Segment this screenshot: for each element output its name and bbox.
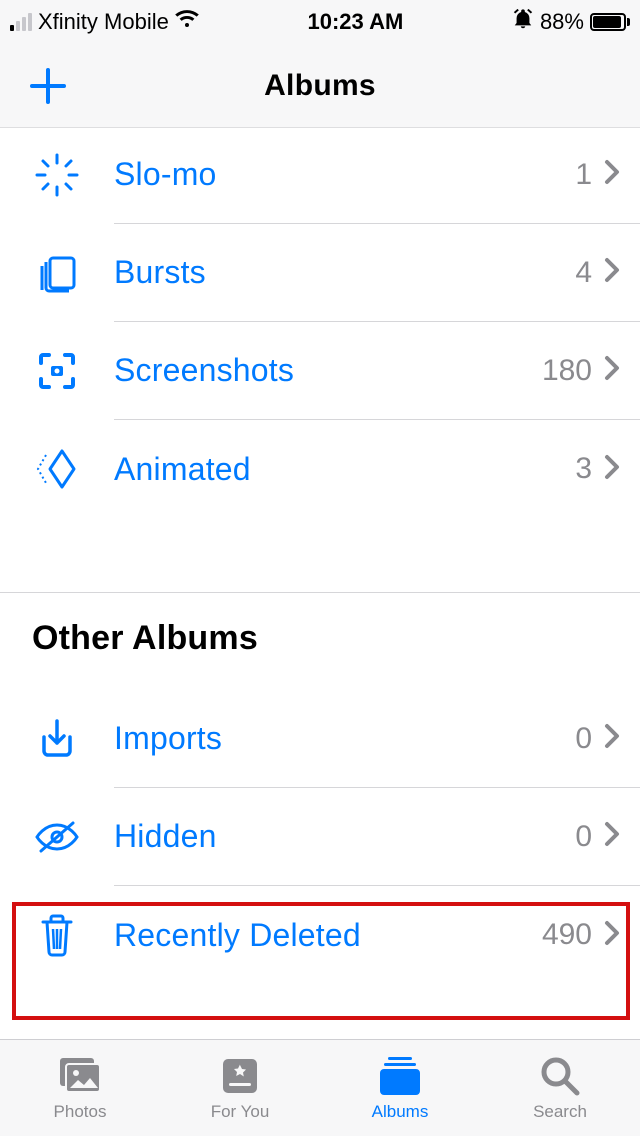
row-count: 0 xyxy=(575,722,592,756)
album-row-animated[interactable]: Animated 3 xyxy=(0,420,640,518)
row-label: Animated xyxy=(114,451,575,488)
tab-bar: Photos For You Albums Search xyxy=(0,1039,640,1136)
chevron-right-icon xyxy=(604,454,620,485)
page-title: Albums xyxy=(264,69,376,103)
row-label: Slo-mo xyxy=(114,156,575,193)
screenshots-icon xyxy=(32,349,82,393)
status-bar: Xfinity Mobile 10:23 AM 88% xyxy=(0,0,640,44)
add-button[interactable] xyxy=(28,66,68,111)
albums-tab-icon xyxy=(376,1054,424,1098)
section-header-other: Other Albums xyxy=(0,619,640,670)
tab-label: Search xyxy=(533,1102,587,1122)
chevron-right-icon xyxy=(604,821,620,852)
album-row-slomo[interactable]: Slo-mo 1 xyxy=(0,128,640,224)
album-row-imports[interactable]: Imports 0 xyxy=(0,690,640,788)
alarm-icon xyxy=(512,8,534,36)
wifi-icon xyxy=(175,9,199,35)
tab-for-you[interactable]: For You xyxy=(160,1040,320,1136)
hidden-icon xyxy=(32,817,82,857)
imports-icon xyxy=(32,717,82,761)
chevron-right-icon xyxy=(604,920,620,951)
row-label: Imports xyxy=(114,720,575,757)
tab-label: For You xyxy=(211,1102,270,1122)
row-count: 180 xyxy=(542,354,592,388)
chevron-right-icon xyxy=(604,159,620,190)
cell-signal-icon xyxy=(10,13,32,31)
album-row-bursts[interactable]: Bursts 4 xyxy=(0,224,640,322)
chevron-right-icon xyxy=(604,257,620,288)
tab-albums[interactable]: Albums xyxy=(320,1040,480,1136)
battery-pct: 88% xyxy=(540,9,584,35)
chevron-right-icon xyxy=(604,355,620,386)
animated-icon xyxy=(32,447,82,491)
search-tab-icon xyxy=(539,1054,581,1098)
photos-tab-icon xyxy=(56,1054,104,1098)
content-scroll[interactable]: Live Photos 21 Slo-mo 1 xyxy=(0,128,640,1039)
tab-photos[interactable]: Photos xyxy=(0,1040,160,1136)
album-row-recently-deleted[interactable]: Recently Deleted 490 xyxy=(0,886,640,984)
row-label: Recently Deleted xyxy=(114,917,542,954)
row-count: 4 xyxy=(575,256,592,290)
row-count: 0 xyxy=(575,820,592,854)
row-label: Bursts xyxy=(114,254,575,291)
bursts-icon xyxy=(32,250,82,296)
row-count: 3 xyxy=(575,452,592,486)
tab-label: Albums xyxy=(372,1102,429,1122)
album-row-screenshots[interactable]: Screenshots 180 xyxy=(0,322,640,420)
clock: 10:23 AM xyxy=(308,9,404,35)
chevron-right-icon xyxy=(604,723,620,754)
trash-icon xyxy=(32,912,82,958)
foryou-tab-icon xyxy=(219,1054,261,1098)
tab-label: Photos xyxy=(54,1102,107,1122)
row-label: Screenshots xyxy=(114,352,542,389)
nav-bar: Albums xyxy=(0,44,640,128)
battery-icon xyxy=(590,13,630,31)
tab-search[interactable]: Search xyxy=(480,1040,640,1136)
slomo-icon xyxy=(32,153,82,197)
row-label: Hidden xyxy=(114,818,575,855)
carrier-label: Xfinity Mobile xyxy=(38,9,169,35)
row-count: 490 xyxy=(542,918,592,952)
row-count: 1 xyxy=(575,158,592,192)
album-row-hidden[interactable]: Hidden 0 xyxy=(0,788,640,886)
